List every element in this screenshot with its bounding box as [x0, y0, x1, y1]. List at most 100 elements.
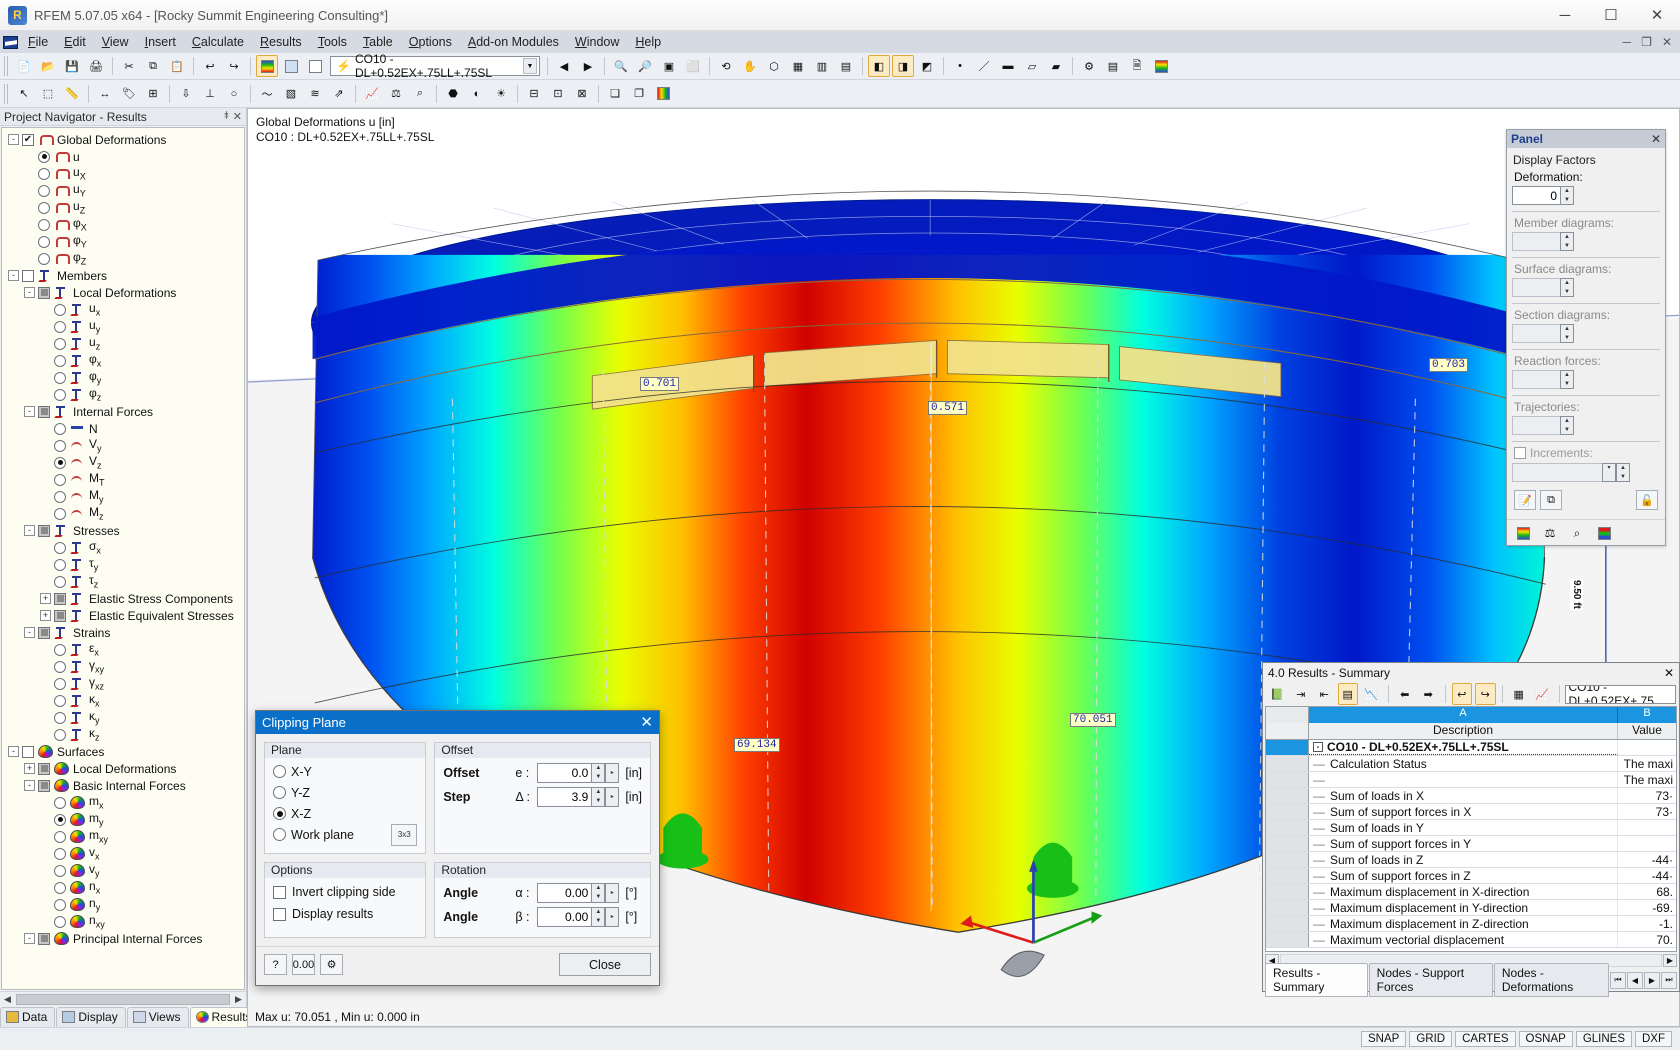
member-icon[interactable]: ▬: [997, 55, 1019, 77]
rotation-input[interactable]: [537, 907, 592, 927]
increments-checkbox[interactable]: [1514, 447, 1526, 459]
row-selector[interactable]: [1266, 788, 1309, 803]
expand-icon[interactable]: +: [24, 763, 35, 774]
hinge-icon[interactable]: ○: [223, 83, 245, 105]
column-b-header[interactable]: B: [1618, 707, 1676, 723]
colorbar-icon[interactable]: [1150, 55, 1172, 77]
menu-item-view[interactable]: View: [94, 33, 137, 51]
menu-item-window[interactable]: Window: [567, 33, 627, 51]
print-icon[interactable]: 🖨: [85, 55, 107, 77]
iso-view-icon[interactable]: ⬡: [763, 55, 785, 77]
results-nav-button-2[interactable]: ▶: [1644, 971, 1660, 989]
row-selector[interactable]: [1266, 868, 1309, 883]
tree-radio[interactable]: [54, 915, 66, 928]
section-icon[interactable]: ◩: [916, 55, 938, 77]
tree-radio[interactable]: [54, 388, 66, 401]
node-icon[interactable]: •: [949, 55, 971, 77]
rotation-step-button[interactable]: ▸: [605, 907, 620, 927]
zoom-in-icon[interactable]: 🔍: [610, 55, 632, 77]
tree-checkbox[interactable]: [22, 745, 34, 758]
prev-table-icon[interactable]: ⬅: [1395, 683, 1416, 705]
chevron-down-icon[interactable]: ▼: [522, 58, 537, 74]
collapse-icon[interactable]: -: [24, 287, 35, 298]
tree-item-mx[interactable]: mx: [2, 794, 244, 811]
row-selector[interactable]: [1266, 916, 1309, 931]
results-table-row[interactable]: — Sum of loads in Z -44·: [1266, 852, 1676, 868]
expand-icon[interactable]: +: [40, 593, 51, 604]
tree-item-global-deformations[interactable]: - ✔ Global Deformations: [2, 131, 244, 148]
tree-item-members[interactable]: - Members: [2, 267, 244, 284]
tree-item--z[interactable]: φZ: [2, 250, 244, 267]
paste-icon[interactable]: 📋: [166, 55, 188, 77]
results-table-row[interactable]: — The maxi: [1266, 772, 1676, 788]
plane-option-x-z[interactable]: X-Z: [273, 803, 417, 824]
menu-item-table[interactable]: Table: [355, 33, 401, 51]
tree-item-ux[interactable]: uX: [2, 165, 244, 182]
rotation-spinner[interactable]: ▲▼▸: [537, 883, 620, 903]
plane-option-radio[interactable]: [273, 807, 286, 820]
undo-icon[interactable]: ↩: [199, 55, 221, 77]
tree-radio[interactable]: [54, 473, 66, 486]
load-display-icon[interactable]: ⇩: [175, 83, 197, 105]
plane-option-radio[interactable]: [273, 828, 286, 841]
row-selector[interactable]: [1266, 740, 1309, 755]
increments-spinner[interactable]: ▲ ▼: [1616, 463, 1630, 482]
option-checkbox[interactable]: [273, 907, 286, 921]
edit-panel-icon[interactable]: 📝: [1514, 490, 1536, 510]
panel-field-spin-buttons[interactable]: ▲ ▼: [1560, 324, 1574, 343]
line-icon[interactable]: ／: [973, 55, 995, 77]
tree-item-elastic-equivalent-stresses[interactable]: + Elastic Equivalent Stresses: [2, 607, 244, 624]
tree-item-local-deformations[interactable]: + Local Deformations: [2, 760, 244, 777]
menu-item-add-on-modules[interactable]: Add-on Modules: [460, 33, 567, 51]
vector-icon[interactable]: ⇗: [328, 83, 350, 105]
rotation-spin-buttons[interactable]: ▲ ▼: [591, 907, 606, 927]
tree-item-uz[interactable]: uZ: [2, 199, 244, 216]
menu-item-file[interactable]: File: [20, 33, 56, 51]
tree-item-my[interactable]: My: [2, 488, 244, 505]
collapse-group-icon[interactable]: -: [1313, 742, 1323, 752]
clipping-plane-icon[interactable]: ◧: [868, 55, 890, 77]
navigator-tab-display[interactable]: Display: [56, 1007, 126, 1027]
panel-field-input[interactable]: [1512, 278, 1560, 297]
offset-step-button[interactable]: ▸: [605, 763, 620, 783]
chart-icon[interactable]: 📉: [1361, 683, 1382, 705]
tree-radio[interactable]: [54, 711, 66, 724]
tree-item-strains[interactable]: - Strains: [2, 624, 244, 641]
column-a-header[interactable]: A: [1309, 707, 1618, 723]
tree-item--x[interactable]: φX: [2, 216, 244, 233]
tree-item--x[interactable]: φx: [2, 352, 244, 369]
select-window-icon[interactable]: ⬚: [37, 83, 59, 105]
results-nav-button-1[interactable]: ◀: [1627, 971, 1643, 989]
tree-checkbox[interactable]: [38, 626, 50, 639]
increments-input[interactable]: [1512, 463, 1602, 482]
plane-option-y-z[interactable]: Y-Z: [273, 782, 417, 803]
rotation-input[interactable]: [537, 883, 592, 903]
increments-dropdown-icon[interactable]: ▾: [1602, 463, 1616, 482]
plane-option-work-plane[interactable]: Work plane 3x3: [273, 823, 418, 846]
mdi-close-button[interactable]: ✕: [1658, 35, 1676, 49]
row-selector[interactable]: [1266, 772, 1309, 787]
visibility-icon[interactable]: ◨: [892, 55, 914, 77]
menu-item-options[interactable]: Options: [401, 33, 460, 51]
render-mode-icon[interactable]: [280, 55, 302, 77]
tree-radio[interactable]: [54, 490, 66, 503]
option-display-results[interactable]: Display results: [273, 903, 417, 925]
isoline-icon[interactable]: ≋: [304, 83, 326, 105]
tree-checkbox[interactable]: [54, 609, 66, 622]
tree-item-uy[interactable]: uy: [2, 318, 244, 335]
toolbar-grip[interactable]: [4, 56, 10, 76]
navigator-close-icon[interactable]: ✕: [233, 110, 242, 123]
status-toggle-dxf[interactable]: DXF: [1635, 1031, 1672, 1047]
pan-view-icon[interactable]: ✋: [739, 55, 761, 77]
offset-spinner[interactable]: ▲▼▸: [537, 787, 620, 807]
tree-radio[interactable]: [54, 303, 66, 316]
tree-radio[interactable]: [38, 252, 50, 265]
results-scroll-right-icon[interactable]: ▶: [1663, 954, 1677, 967]
redo-icon[interactable]: ↪: [223, 55, 245, 77]
panel-field-spin-buttons[interactable]: ▲ ▼: [1560, 232, 1574, 251]
scroll-left-icon[interactable]: ◀: [0, 994, 15, 1005]
panel-field-input[interactable]: [1512, 370, 1560, 389]
menu-item-calculate[interactable]: Calculate: [184, 33, 252, 51]
rotate-view-icon[interactable]: ⟲: [715, 55, 737, 77]
tree-radio[interactable]: [54, 439, 66, 452]
